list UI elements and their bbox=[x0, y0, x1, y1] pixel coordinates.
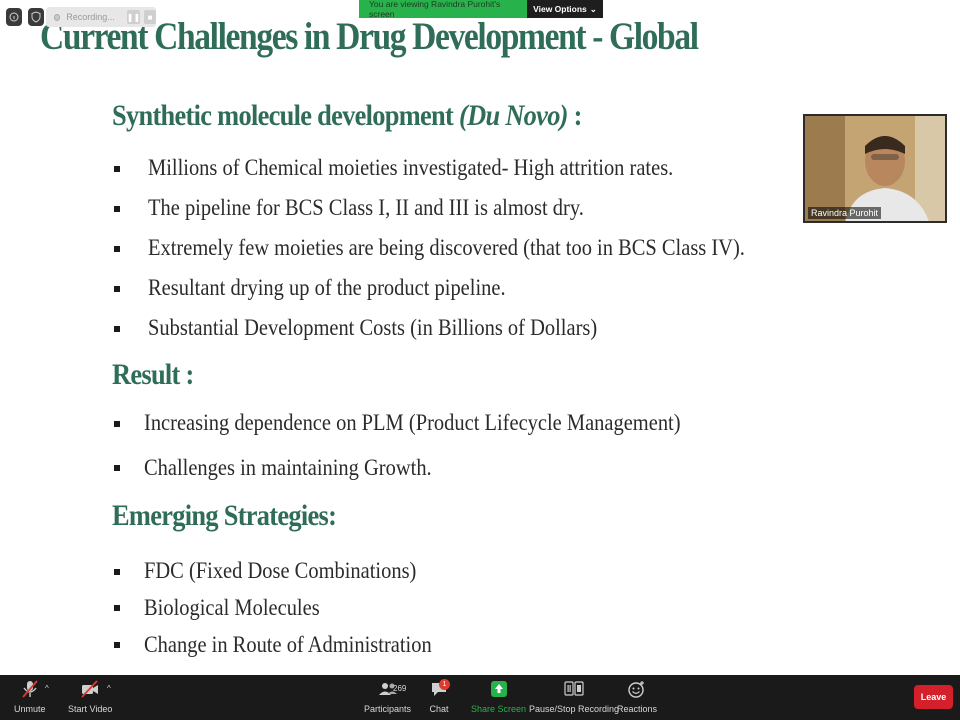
view-options-button[interactable]: View Options ⌄ bbox=[527, 0, 603, 18]
bullet-item: Challenges in maintaining Growth. bbox=[144, 455, 432, 480]
bullet-item: The pipeline for BCS Class I, II and III… bbox=[148, 195, 584, 220]
meeting-toolbar: Unmute ^ Start Video ^ Participants 269 … bbox=[0, 675, 960, 720]
share-screen-icon bbox=[490, 681, 507, 697]
reactions-label: Reactions bbox=[617, 704, 658, 714]
share-screen-label: Share Screen bbox=[471, 704, 527, 714]
bullet-marker bbox=[114, 605, 120, 611]
start-video-button[interactable]: Start Video bbox=[68, 680, 112, 714]
chevron-down-icon: ⌄ bbox=[589, 3, 597, 14]
bullet-marker bbox=[114, 286, 120, 292]
video-options-chevron-icon[interactable]: ^ bbox=[107, 684, 111, 693]
bullet-marker bbox=[114, 421, 120, 427]
shield-icon[interactable] bbox=[28, 8, 44, 26]
bullet-marker bbox=[114, 465, 120, 471]
pause-recording-label: Pause/Stop Recording bbox=[529, 704, 620, 714]
viewing-text: You are viewing Ravindra Purohit's scree… bbox=[359, 0, 527, 19]
bullet-marker bbox=[114, 326, 120, 332]
viewing-banner: You are viewing Ravindra Purohit's scree… bbox=[359, 0, 603, 19]
section-heading-emerging: Emerging Strategies: bbox=[112, 499, 337, 532]
start-video-label: Start Video bbox=[68, 704, 113, 714]
pause-recording-icon[interactable]: ❚❚ bbox=[126, 10, 141, 24]
recording-label: Recording... bbox=[66, 12, 115, 22]
bullet-marker bbox=[114, 166, 120, 172]
view-options-label: View Options bbox=[533, 4, 587, 14]
bullet-item: Increasing dependence on PLM (Product Li… bbox=[144, 410, 681, 435]
unmute-label: Unmute bbox=[14, 704, 46, 714]
bullet-item: Extremely few moieties are being discove… bbox=[148, 235, 745, 260]
unmute-button[interactable]: Unmute bbox=[14, 680, 46, 714]
bullet-marker bbox=[114, 569, 120, 575]
recording-indicator: Recording... ❚❚ ■ bbox=[46, 7, 156, 27]
chat-badge: 1 bbox=[439, 679, 450, 690]
leave-button[interactable]: Leave bbox=[914, 685, 953, 709]
section-heading-italic: (Du Novo) bbox=[458, 99, 568, 132]
section-heading-synthetic: Synthetic molecule development (Du Novo)… bbox=[112, 99, 582, 133]
bullet-item: Substantial Development Costs (in Billio… bbox=[148, 315, 598, 340]
microphone-muted-icon bbox=[22, 680, 38, 698]
bullet-marker bbox=[114, 206, 120, 212]
bullet-item: FDC (Fixed Dose Combinations) bbox=[144, 558, 417, 583]
section-heading-suffix: : bbox=[567, 99, 583, 132]
bullet-marker bbox=[114, 246, 120, 252]
share-screen-button[interactable]: Share Screen bbox=[471, 680, 526, 714]
recording-dot-icon bbox=[54, 13, 61, 21]
section-heading-text: Synthetic molecule development bbox=[112, 99, 459, 132]
webcam-name-label: Ravindra Purohit bbox=[808, 207, 882, 219]
bullet-item: Millions of Chemical moieties investigat… bbox=[148, 155, 674, 180]
bullet-item: Resultant drying up of the product pipel… bbox=[148, 275, 506, 300]
participants-label: Participants bbox=[364, 704, 412, 714]
pause-stop-icon bbox=[564, 681, 584, 696]
reactions-icon bbox=[628, 681, 645, 698]
top-status-icons bbox=[6, 8, 44, 26]
bullet-item: Biological Molecules bbox=[144, 595, 320, 620]
chat-label: Chat bbox=[429, 704, 449, 714]
bullet-item: Change in Route of Administration bbox=[144, 632, 432, 657]
reactions-button[interactable]: Reactions bbox=[617, 680, 657, 714]
bullet-marker bbox=[114, 642, 120, 648]
webcam-tile[interactable]: Ravindra Purohit bbox=[803, 114, 947, 223]
info-icon[interactable] bbox=[6, 8, 22, 26]
participants-count: 269 bbox=[393, 684, 407, 693]
video-off-icon bbox=[81, 680, 99, 698]
stop-recording-icon[interactable]: ■ bbox=[144, 10, 156, 24]
audio-options-chevron-icon[interactable]: ^ bbox=[45, 684, 49, 693]
pause-stop-recording-button[interactable]: Pause/Stop Recording bbox=[529, 680, 619, 714]
section-heading-result: Result : bbox=[112, 358, 194, 391]
